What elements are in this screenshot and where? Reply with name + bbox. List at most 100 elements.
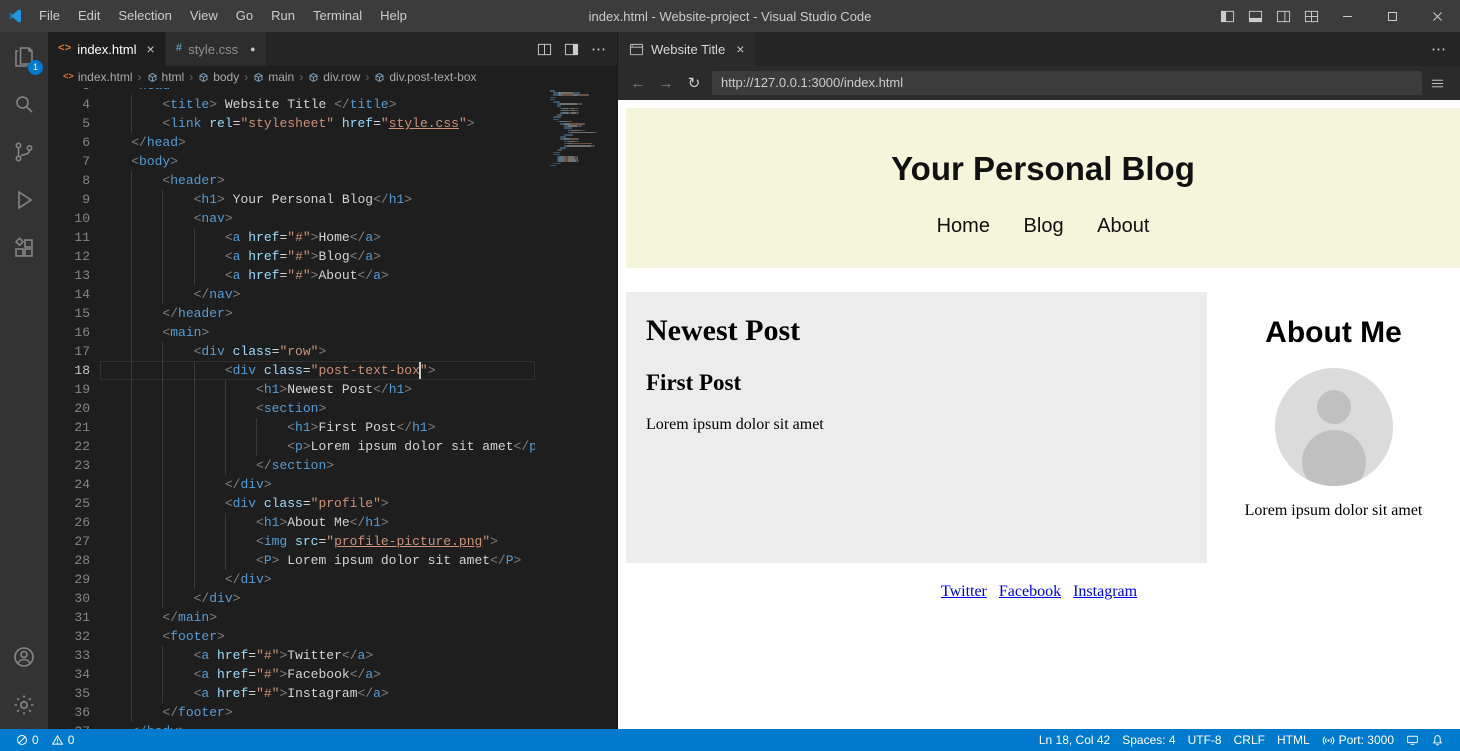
eol-sequence[interactable]: CRLF <box>1228 733 1271 747</box>
menu-help[interactable]: Help <box>371 0 416 32</box>
modified-dot-icon[interactable]: ● <box>250 44 255 54</box>
close-window-button[interactable] <box>1415 0 1460 32</box>
code-line[interactable]: 31 </main> <box>48 608 617 627</box>
hamburger-menu-icon[interactable] <box>1430 76 1450 91</box>
breadcrumb-file[interactable]: <>index.html <box>63 70 133 84</box>
language-mode[interactable]: HTML <box>1271 733 1316 747</box>
code-line[interactable]: 27 <img src="profile-picture.png"> <box>48 532 617 551</box>
cursor-position[interactable]: Ln 18, Col 42 <box>1033 733 1116 747</box>
breadcrumb-div-row[interactable]: div.row <box>308 70 360 84</box>
code-line[interactable]: 32 <footer> <box>48 627 617 646</box>
code-line[interactable]: 28 <P> Lorem ipsum dolor sit amet</P> <box>48 551 617 570</box>
reload-icon[interactable]: ↻ <box>684 74 704 92</box>
code-line[interactable]: 36 </footer> <box>48 703 617 722</box>
breadcrumb-div-post-text-box[interactable]: div.post-text-box <box>374 70 476 84</box>
toggle-secondary-sidebar-icon[interactable] <box>1269 0 1297 32</box>
code-line[interactable]: 17 <div class="row"> <box>48 342 617 361</box>
post-text: Lorem ipsum dolor sit amet <box>646 396 1207 434</box>
footer-link-instagram[interactable]: Instagram <box>1073 583 1137 600</box>
extensions-icon[interactable] <box>0 224 48 272</box>
code-line[interactable]: 13 <a href="#">About</a> <box>48 266 617 285</box>
tab-style-css[interactable]: # style.css ● <box>166 32 267 66</box>
customize-layout-icon[interactable] <box>1297 0 1325 32</box>
code-line[interactable]: 5 <link rel="stylesheet" href="style.css… <box>48 114 617 133</box>
menu-go[interactable]: Go <box>227 0 262 32</box>
code-line[interactable]: 4 <title> Website Title </title> <box>48 95 617 114</box>
nav-link-home[interactable]: Home <box>937 215 990 237</box>
indentation[interactable]: Spaces: 4 <box>1116 733 1181 747</box>
tab-index-html[interactable]: <> index.html × <box>48 32 166 66</box>
code-line[interactable]: 6 </head> <box>48 133 617 152</box>
breadcrumb-body[interactable]: body <box>198 70 239 84</box>
code-line[interactable]: 23 </section> <box>48 456 617 475</box>
code-line[interactable]: 10 <nav> <box>48 209 617 228</box>
code-line[interactable]: 30 </div> <box>48 589 617 608</box>
code-line[interactable]: 3 <head> <box>48 88 617 95</box>
code-line[interactable]: 14 </nav> <box>48 285 617 304</box>
forward-icon[interactable]: → <box>656 75 676 92</box>
back-icon[interactable]: ← <box>628 75 648 92</box>
toggle-primary-sidebar-icon[interactable] <box>1213 0 1241 32</box>
code-lines[interactable]: 3 <head>4 <title> Website Title </title>… <box>48 88 617 729</box>
live-server-port[interactable]: Port: 3000 <box>1316 733 1400 747</box>
footer-link-facebook[interactable]: Facebook <box>999 583 1061 600</box>
code-line[interactable]: 24 </div> <box>48 475 617 494</box>
code-line[interactable]: 22 <p>Lorem ipsum dolor sit amet</p> <box>48 437 617 456</box>
search-icon[interactable] <box>0 80 48 128</box>
code-editor[interactable]: 3 <head>4 <title> Website Title </title>… <box>48 88 617 729</box>
run-debug-icon[interactable] <box>0 176 48 224</box>
code-line[interactable]: 20 <section> <box>48 399 617 418</box>
code-line[interactable]: 8 <header> <box>48 171 617 190</box>
code-line[interactable]: 37 </body> <box>48 722 617 729</box>
code-line[interactable]: 35 <a href="#">Instagram</a> <box>48 684 617 703</box>
settings-gear-icon[interactable] <box>0 681 48 729</box>
minimap[interactable] <box>544 88 604 729</box>
tab-website-title[interactable]: Website Title × <box>618 32 755 66</box>
code-line[interactable]: 25 <div class="profile"> <box>48 494 617 513</box>
editor-scrollbar[interactable] <box>604 88 617 729</box>
code-line[interactable]: 26 <h1>About Me</h1> <box>48 513 617 532</box>
maximize-button[interactable] <box>1370 0 1415 32</box>
encoding[interactable]: UTF-8 <box>1182 733 1228 747</box>
code-line[interactable]: 12 <a href="#">Blog</a> <box>48 247 617 266</box>
notifications-bell-icon[interactable] <box>1425 734 1450 747</box>
code-line[interactable]: 16 <main> <box>48 323 617 342</box>
toggle-layout-icon[interactable] <box>564 42 579 57</box>
breadcrumb-main[interactable]: main <box>253 70 294 84</box>
more-actions-icon[interactable]: ⋯ <box>591 40 607 58</box>
explorer-icon[interactable]: 1 <box>0 32 48 80</box>
problems-errors[interactable]: 0 <box>10 733 45 747</box>
menu-terminal[interactable]: Terminal <box>304 0 371 32</box>
menu-edit[interactable]: Edit <box>69 0 109 32</box>
minimize-button[interactable] <box>1325 0 1370 32</box>
code-line[interactable]: 15 </header> <box>48 304 617 323</box>
split-editor-icon[interactable] <box>537 42 552 57</box>
breadcrumb-html[interactable]: html <box>147 70 185 84</box>
source-control-icon[interactable] <box>0 128 48 176</box>
menu-selection[interactable]: Selection <box>109 0 180 32</box>
code-line[interactable]: 19 <h1>Newest Post</h1> <box>48 380 617 399</box>
menu-run[interactable]: Run <box>262 0 304 32</box>
nav-link-blog[interactable]: Blog <box>1024 215 1064 237</box>
menu-file[interactable]: File <box>30 0 69 32</box>
nav-link-about[interactable]: About <box>1097 215 1149 237</box>
more-actions-icon[interactable]: ⋯ <box>1431 32 1460 66</box>
account-icon[interactable] <box>0 633 48 681</box>
problems-warnings[interactable]: 0 <box>45 733 81 747</box>
url-input[interactable]: http://127.0.0.1:3000/index.html <box>712 71 1422 95</box>
toggle-panel-icon[interactable] <box>1241 0 1269 32</box>
code-line[interactable]: 21 <h1>First Post</h1> <box>48 418 617 437</box>
close-tab-icon[interactable]: × <box>146 41 154 57</box>
code-line[interactable]: 11 <a href="#">Home</a> <box>48 228 617 247</box>
code-line[interactable]: 34 <a href="#">Facebook</a> <box>48 665 617 684</box>
code-line[interactable]: 18 <div class="post-text-box"> <box>48 361 617 380</box>
menu-view[interactable]: View <box>181 0 227 32</box>
code-line[interactable]: 29 </div> <box>48 570 617 589</box>
close-tab-icon[interactable]: × <box>736 41 744 57</box>
screen-icon[interactable] <box>1400 734 1425 746</box>
code-line[interactable]: 7 <body> <box>48 152 617 171</box>
footer-link-twitter[interactable]: Twitter <box>941 583 987 600</box>
code-line[interactable]: 33 <a href="#">Twitter</a> <box>48 646 617 665</box>
code-line[interactable]: 9 <h1> Your Personal Blog</h1> <box>48 190 617 209</box>
line-number: 26 <box>48 513 100 532</box>
